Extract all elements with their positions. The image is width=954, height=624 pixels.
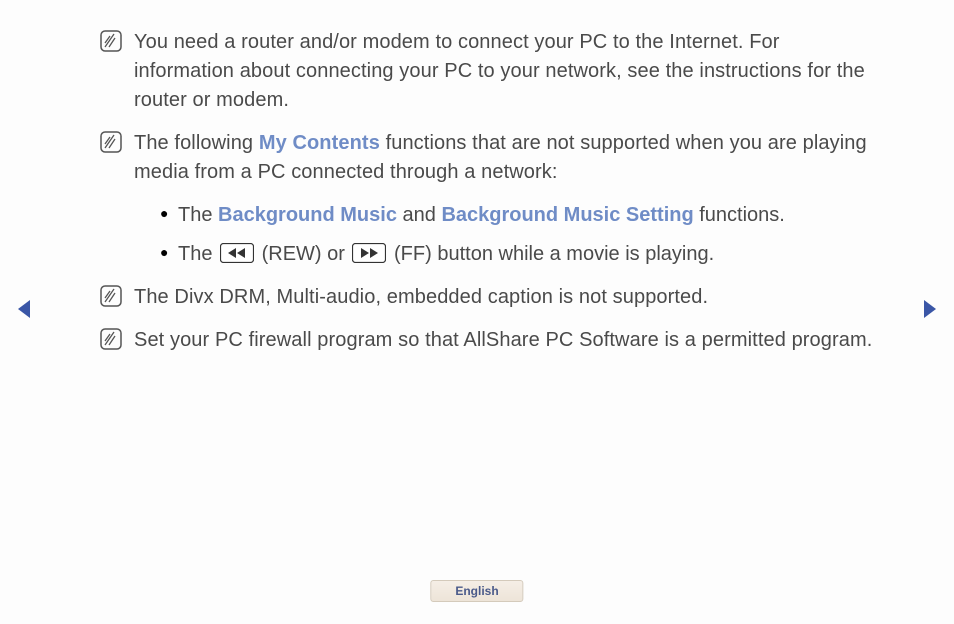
note-item: Set your PC firewall program so that All… xyxy=(100,326,880,355)
text-span: The xyxy=(178,243,218,265)
note-icon xyxy=(100,30,122,52)
language-badge[interactable]: English xyxy=(430,580,523,602)
sub-list: ● The Background Music and Background Mu… xyxy=(160,201,880,269)
text-span: functions. xyxy=(694,204,785,226)
note-icon xyxy=(100,285,122,307)
note-text: The Divx DRM, Multi-audio, embedded capt… xyxy=(134,283,880,312)
text-span: (FF) button while a movie is playing. xyxy=(388,243,714,265)
bullet-icon: ● xyxy=(160,205,178,221)
note-item: The following My Contents functions that… xyxy=(100,129,880,187)
list-item: ● The (REW) or (FF) button while a movie… xyxy=(160,240,880,269)
note-text: You need a router and/or modem to connec… xyxy=(134,28,880,115)
highlight-my-contents: My Contents xyxy=(259,132,380,154)
text-span: and xyxy=(397,204,441,226)
page-content: You need a router and/or modem to connec… xyxy=(100,28,880,369)
text-span: (REW) or xyxy=(256,243,350,265)
bullet-icon: ● xyxy=(160,244,178,260)
highlight-bg-music-setting: Background Music Setting xyxy=(441,204,693,226)
highlight-bg-music: Background Music xyxy=(218,204,397,226)
note-text: The following My Contents functions that… xyxy=(134,129,880,187)
note-text: Set your PC firewall program so that All… xyxy=(134,326,880,355)
note-item: You need a router and/or modem to connec… xyxy=(100,28,880,115)
nav-prev-button[interactable] xyxy=(14,298,36,320)
list-text: The Background Music and Background Musi… xyxy=(178,201,880,230)
list-item: ● The Background Music and Background Mu… xyxy=(160,201,880,230)
note-item: The Divx DRM, Multi-audio, embedded capt… xyxy=(100,283,880,312)
text-span: The following xyxy=(134,132,259,154)
note-icon xyxy=(100,131,122,153)
note-icon xyxy=(100,328,122,350)
fast-forward-icon xyxy=(352,240,386,269)
list-text: The (REW) or (FF) button while a movie i… xyxy=(178,240,880,269)
nav-next-button[interactable] xyxy=(918,298,940,320)
rewind-icon xyxy=(220,240,254,269)
text-span: The xyxy=(178,204,218,226)
